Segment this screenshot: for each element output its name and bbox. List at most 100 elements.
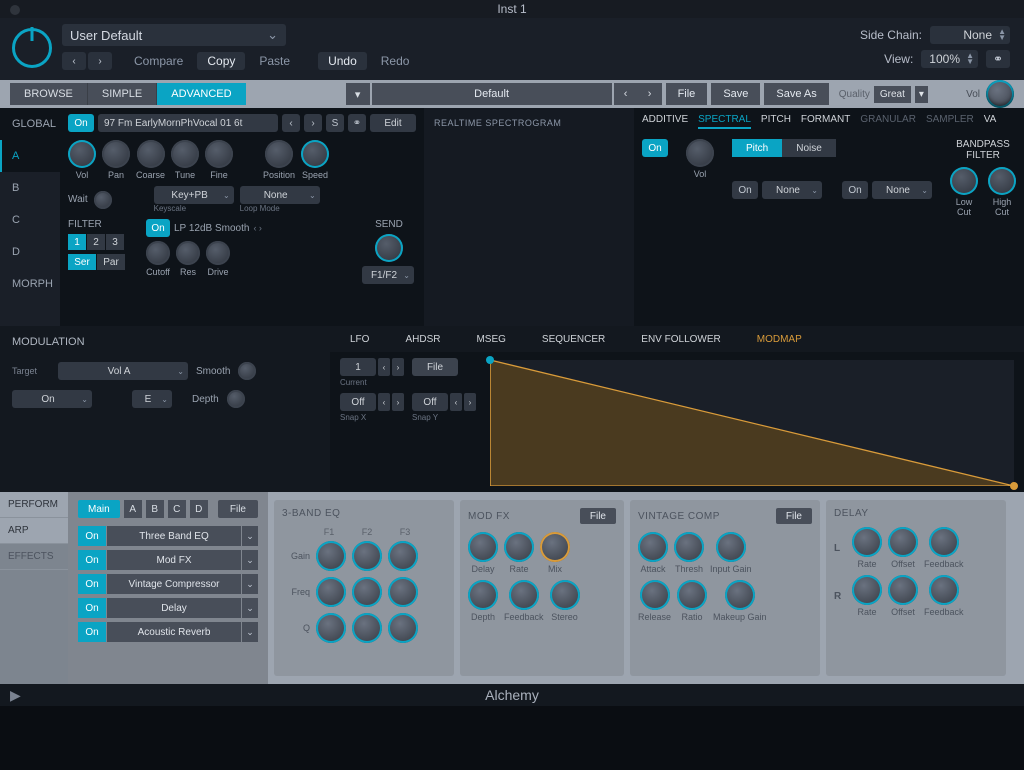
comp-thresh[interactable]	[674, 532, 704, 562]
snapx-value[interactable]: Off	[340, 393, 376, 411]
preset-menu-button[interactable]: ▾	[346, 83, 370, 105]
ser-button[interactable]: Ser	[68, 254, 96, 270]
pitch-src-select[interactable]: None⌄	[762, 181, 822, 199]
tab-ahdsr[interactable]: AHDSR	[405, 334, 440, 345]
sidebar-item-b[interactable]: B	[0, 172, 60, 204]
source-on-button[interactable]: On	[68, 114, 94, 132]
loopmode-select[interactable]: None⌄	[240, 186, 320, 204]
eq-gain-f1[interactable]	[316, 541, 346, 571]
master-vol-knob[interactable]	[986, 80, 1014, 108]
pitch-tab[interactable]: Pitch	[732, 139, 782, 157]
modfx-file-button[interactable]: File	[580, 508, 616, 524]
delay-l-offset[interactable]	[888, 527, 918, 557]
save-as-button[interactable]: Save As	[764, 83, 828, 105]
tab-advanced[interactable]: ADVANCED	[157, 83, 245, 105]
modmap-next[interactable]: ›	[392, 358, 404, 376]
modfx-mix[interactable]	[540, 532, 570, 562]
send-select[interactable]: F1/F2⌄	[362, 266, 414, 284]
tune-knob[interactable]	[171, 140, 199, 168]
file-button[interactable]: File	[666, 83, 708, 105]
cutoff-knob[interactable]	[146, 241, 170, 265]
position-knob[interactable]	[265, 140, 293, 168]
filter-on-button[interactable]: On	[146, 219, 170, 237]
view-select[interactable]: 100% ▲▼	[921, 50, 978, 68]
delay-r-fb[interactable]	[929, 575, 959, 605]
redo-button[interactable]: Redo	[371, 52, 420, 70]
modfx-stereo[interactable]	[550, 580, 580, 610]
eq-gain-f2[interactable]	[352, 541, 382, 571]
snapy-value[interactable]: Off	[412, 393, 448, 411]
fx-main-button[interactable]: Main	[78, 500, 120, 518]
tab-sequencer[interactable]: SEQUENCER	[542, 334, 605, 345]
comp-input[interactable]	[716, 532, 746, 562]
tab-envfollower[interactable]: ENV FOLLOWER	[641, 334, 720, 345]
fine-knob[interactable]	[205, 140, 233, 168]
copy-button[interactable]: Copy	[197, 52, 245, 70]
vol-knob[interactable]	[68, 140, 96, 168]
smooth-knob[interactable]	[238, 362, 256, 380]
tab-granular[interactable]: GRANULAR	[860, 114, 916, 129]
eq-q-f2[interactable]	[352, 613, 382, 643]
filter-2-button[interactable]: 2	[87, 234, 105, 250]
comp-makeup[interactable]	[725, 580, 755, 610]
comp-file-button[interactable]: File	[776, 508, 812, 524]
tab-spectral[interactable]: SPECTRAL	[698, 114, 751, 129]
modmap-file-button[interactable]: File	[412, 358, 458, 376]
res-knob[interactable]	[176, 241, 200, 265]
keyscale-select[interactable]: Key+PB⌄	[154, 186, 234, 204]
sidebar-item-global[interactable]: GLOBAL	[0, 108, 60, 140]
highcut-knob[interactable]	[988, 167, 1016, 195]
sample-name-field[interactable]: 97 Fm EarlyMornPhVocal 01 6t	[98, 114, 278, 132]
send-knob[interactable]	[375, 234, 403, 262]
preset-name-field[interactable]: Default	[372, 83, 612, 105]
eq-freq-f2[interactable]	[352, 577, 382, 607]
next-button[interactable]: ›	[88, 52, 112, 70]
prev-button[interactable]: ‹	[62, 52, 86, 70]
sample-next[interactable]: ›	[304, 114, 322, 132]
quality-caret[interactable]: ▾	[915, 86, 928, 103]
modfx-rate[interactable]	[504, 532, 534, 562]
delay-r-offset[interactable]	[888, 575, 918, 605]
delay-l-rate[interactable]	[852, 527, 882, 557]
noise-src-select[interactable]: None⌄	[872, 181, 932, 199]
filter-1-button[interactable]: 1	[68, 234, 86, 250]
tab-arp[interactable]: ARP	[0, 518, 68, 544]
speed-knob[interactable]	[301, 140, 329, 168]
tab-modmap[interactable]: MODMAP	[757, 334, 802, 345]
modfx-delay[interactable]	[468, 532, 498, 562]
sidebar-item-d[interactable]: D	[0, 236, 60, 268]
graph-point-end[interactable]	[1010, 482, 1018, 490]
pitch-on-button[interactable]: On	[732, 181, 758, 199]
tab-browse[interactable]: BROWSE	[10, 83, 88, 105]
coarse-knob[interactable]	[137, 140, 165, 168]
spectral-vol-knob[interactable]	[686, 139, 714, 167]
tab-pitch[interactable]: PITCH	[761, 114, 791, 129]
sidebar-item-morph[interactable]: MORPH	[0, 268, 60, 300]
comp-attack[interactable]	[638, 532, 668, 562]
preset-prev-button[interactable]: ‹	[614, 83, 638, 105]
spectral-on-button[interactable]: On	[642, 139, 668, 157]
tab-perform[interactable]: PERFORM	[0, 492, 68, 518]
tab-simple[interactable]: SIMPLE	[88, 83, 157, 105]
graph-point-start[interactable]	[486, 356, 494, 364]
noise-tab[interactable]: Noise	[782, 139, 836, 157]
modmap-graph[interactable]	[490, 360, 1014, 486]
undo-button[interactable]: Undo	[318, 52, 367, 70]
modfx-depth[interactable]	[468, 580, 498, 610]
wait-knob[interactable]	[94, 191, 112, 209]
depth-knob[interactable]	[227, 390, 245, 408]
filter-3-button[interactable]: 3	[106, 234, 124, 250]
fx-a-button[interactable]: A	[124, 500, 142, 518]
fx-file-button[interactable]: File	[218, 500, 258, 518]
preset-next-button[interactable]: ›	[638, 83, 662, 105]
tab-sampler[interactable]: SAMPLER	[926, 114, 974, 129]
preset-select[interactable]: User Default ⌄	[62, 24, 286, 46]
comp-ratio[interactable]	[677, 580, 707, 610]
target-select[interactable]: Vol A⌄	[58, 362, 188, 380]
eq-q-f3[interactable]	[388, 613, 418, 643]
tab-lfo[interactable]: LFO	[350, 334, 369, 345]
eq-freq-f1[interactable]	[316, 577, 346, 607]
link-icon[interactable]: ⚭	[986, 50, 1010, 68]
tab-formant[interactable]: FORMANT	[801, 114, 850, 129]
sample-prev[interactable]: ‹	[282, 114, 300, 132]
